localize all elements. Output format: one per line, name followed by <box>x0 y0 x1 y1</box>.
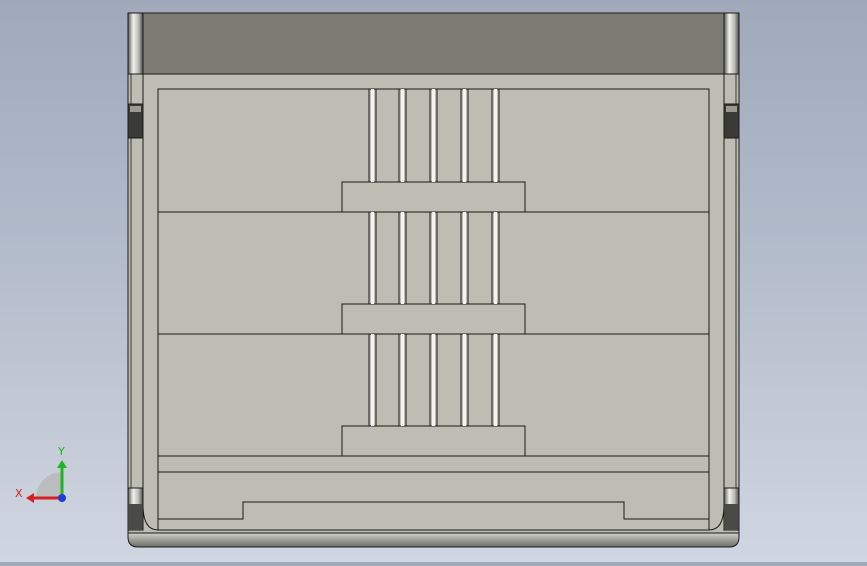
left-top-post <box>127 12 144 75</box>
guide-rod-highlight <box>463 89 466 182</box>
guide-rod-highlight <box>463 334 466 426</box>
right-side-rail <box>723 73 740 531</box>
guide-rod-highlight <box>463 212 466 304</box>
cad-graphics-viewport[interactable]: X Y <box>0 0 867 562</box>
cad-model-front-view: X Y <box>15 12 740 548</box>
guide-rod-highlight <box>494 212 497 304</box>
carriage-block-top <box>341 181 526 213</box>
left-side-rail <box>127 73 144 531</box>
guide-rod-highlight <box>401 334 404 426</box>
guide-rod-highlight <box>432 334 435 426</box>
guide-rod-highlight <box>432 212 435 304</box>
guide-rod-highlight <box>401 212 404 304</box>
guide-rod-highlight <box>494 334 497 426</box>
guide-rod-highlight <box>371 89 374 182</box>
housing-top-band <box>142 12 725 75</box>
coordinate-triad: X Y <box>15 445 67 503</box>
guide-rod-highlight <box>371 212 374 304</box>
guide-rod-highlight <box>401 89 404 182</box>
carriage-block-middle <box>341 303 526 335</box>
guide-rod-highlight <box>432 89 435 182</box>
guide-rod-highlight <box>371 334 374 426</box>
triad-y-label: Y <box>57 445 65 458</box>
guide-rod-highlight <box>494 89 497 182</box>
carriage-block-bottom <box>341 425 526 457</box>
triad-x-label: X <box>15 487 23 500</box>
triad-xy-plane <box>36 472 62 498</box>
right-top-post <box>723 12 740 75</box>
triad-z-axis <box>58 494 66 502</box>
